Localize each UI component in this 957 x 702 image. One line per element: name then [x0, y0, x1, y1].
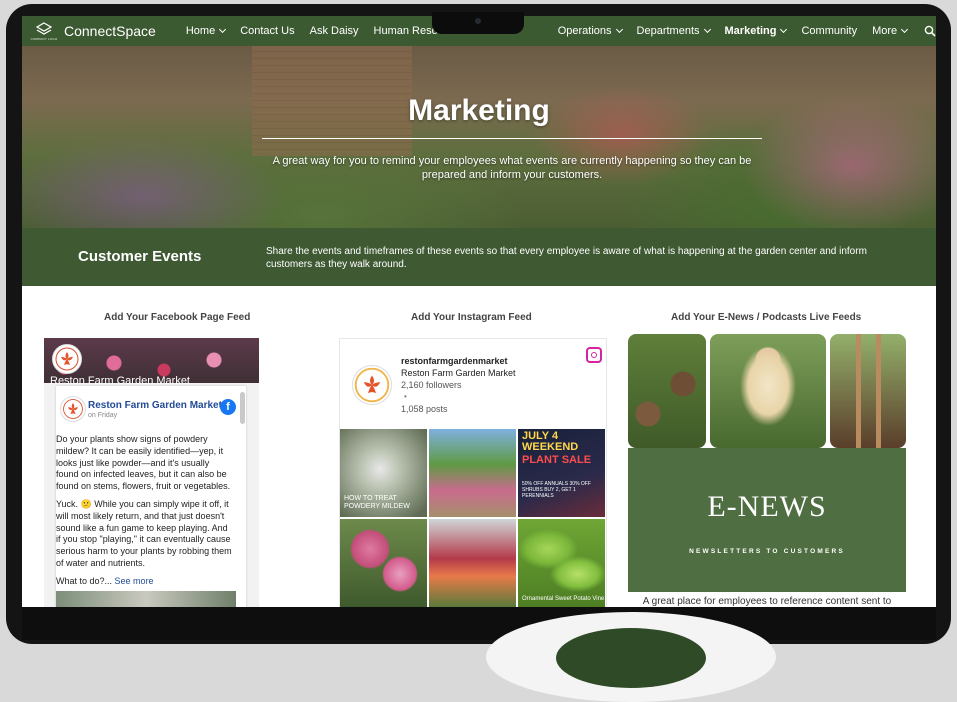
instagram-post-mildew[interactable]: How to treat powdery mildew [340, 429, 427, 517]
sale-details: 50% OFF ANNUALS 30% OFF SHRUBS BUY 2, GE… [522, 481, 591, 499]
enews-photo-gardener [710, 334, 826, 448]
page-title: Marketing [408, 94, 550, 127]
nav-item-community[interactable]: Community [801, 25, 857, 37]
instagram-followers: 2,160 followers [401, 380, 462, 390]
brand-name[interactable]: ConnectSpace [64, 23, 156, 39]
facebook-feed-heading: Add Your Facebook Page Feed [104, 312, 251, 323]
chevron-down-icon [219, 25, 227, 34]
enews-title: E-NEWS [707, 490, 827, 523]
facebook-feed-widget[interactable]: Reston Farm Garden Market Reston Farm Ga… [44, 338, 259, 607]
chevron-down-icon [780, 25, 788, 34]
instagram-posts-count: 1,058 posts [401, 404, 448, 414]
instagram-feed-heading: Add Your Instagram Feed [411, 312, 532, 323]
facebook-cover-photo: Reston Farm Garden Market [44, 338, 259, 387]
enews-banner: E-NEWS NEWSLETTERS TO CUSTOMERS [628, 448, 906, 592]
facebook-page-name[interactable]: Reston Farm Garden Market [88, 400, 222, 411]
camera-icon [475, 18, 481, 24]
facebook-post-avatar[interactable] [60, 396, 86, 422]
title-divider [262, 138, 762, 139]
nav-item-label: More [872, 25, 898, 37]
facebook-post-time: on Friday [88, 412, 118, 419]
nav-item-label: Home [185, 25, 216, 37]
enews-photo-tools [830, 334, 906, 448]
camera-notch [432, 12, 524, 34]
facebook-scrollbar[interactable] [240, 392, 245, 424]
enews-feed-heading: Add Your E-News / Podcasts Live Feeds [671, 312, 862, 323]
company-logo[interactable]: COMPANY LOGO [30, 18, 58, 44]
nav-item-label: Operations [557, 25, 612, 37]
facebook-teaser: What to do?... [56, 575, 113, 586]
hero-banner: Marketing A great way for you to remind … [22, 46, 936, 228]
hero-subtitle: A great way for you to remind your emplo… [272, 155, 752, 181]
nav-item-home[interactable]: Home [185, 25, 227, 37]
enews-photo-seedlings [628, 334, 706, 448]
nav-item-label: Contact Us [240, 25, 295, 37]
instagram-post-hanging-basket[interactable] [340, 519, 427, 607]
instagram-post-garden-path[interactable] [429, 429, 516, 517]
facebook-post-body: Do your plants show signs of powdery mil… [56, 434, 232, 594]
browser-screen: COMPANY LOGO ConnectSpace Home Contact Us… [22, 16, 936, 607]
instagram-separator: • [404, 392, 407, 401]
nav-item-label: Human Reso [373, 25, 438, 37]
nav-item-ask-daisy[interactable]: Ask Daisy [310, 25, 359, 37]
enews-feed-widget[interactable]: E-NEWS NEWSLETTERS TO CUSTOMERS A great … [628, 334, 906, 607]
facebook-cover-avatar [52, 344, 82, 374]
instagram-post-potato-vine[interactable]: Ornamental Sweet Potato Vine [518, 519, 605, 607]
nav-item-marketing[interactable]: Marketing [724, 25, 788, 37]
chevron-down-icon [703, 25, 711, 34]
nav-item-more[interactable]: More [872, 25, 909, 37]
nav-item-label: Ask Daisy [309, 25, 359, 37]
instagram-post-caption: How to treat powdery mildew [344, 495, 410, 510]
enews-description: A great place for employees to reference… [642, 596, 892, 607]
facebook-paragraph-1: Do your plants show signs of powdery mil… [56, 434, 231, 492]
nav-item-label: Departments [636, 25, 700, 37]
sale-headline: JULY 4 WEEKEND [522, 430, 579, 453]
facebook-icon[interactable]: f [220, 399, 236, 415]
instagram-icon[interactable] [586, 347, 602, 363]
nav-item-departments[interactable]: Departments [636, 25, 711, 37]
instagram-feed-widget[interactable]: restonfarmgardenmarket Reston Farm Garde… [339, 338, 607, 607]
facebook-post-image[interactable] [56, 591, 236, 607]
nav-item-contact-us[interactable]: Contact Us [240, 25, 294, 37]
logo-caption: COMPANY LOGO [30, 36, 58, 41]
instagram-post-grid: How to treat powdery mildew JULY 4 WEEKE… [340, 429, 606, 607]
search-icon[interactable] [924, 24, 936, 42]
instagram-avatar[interactable] [352, 365, 392, 405]
flower-logo-icon [354, 367, 390, 403]
instagram-post-greenhouse[interactable] [429, 519, 516, 607]
overlay-arc-inner [556, 628, 706, 688]
flower-logo-icon [55, 347, 79, 371]
events-title: Customer Events [78, 248, 202, 265]
nav-menu: Home Contact Us Ask Daisy Human Reso Operati… [186, 25, 922, 37]
logo-icon [36, 21, 52, 35]
facebook-post-card: Reston Farm Garden Market on Friday f Do… [56, 386, 246, 607]
see-more-link[interactable]: See more [115, 576, 154, 586]
instagram-name: Reston Farm Garden Market [401, 368, 516, 378]
sale-title: PLANT SALE [522, 454, 592, 466]
nav-item-human-reso[interactable]: Human Reso [374, 25, 438, 37]
flower-logo-icon [63, 399, 83, 419]
facebook-teaser-line: What to do?... See more [56, 576, 232, 588]
nav-item-label: Marketing [724, 25, 777, 37]
events-description: Share the events and timeframes of these… [266, 246, 867, 270]
laptop-bezel-bottom [22, 607, 936, 640]
nav-item-label: Community [801, 25, 858, 37]
enews-subtitle: NEWSLETTERS TO CUSTOMERS [689, 548, 845, 555]
customer-events-band: Customer Events Share the events and tim… [22, 228, 936, 286]
nav-item-operations[interactable]: Operations [557, 25, 623, 37]
instagram-post-caption: Ornamental Sweet Potato Vine [522, 596, 605, 602]
instagram-handle[interactable]: restonfarmgardenmarket [401, 356, 508, 366]
facebook-paragraph-2: Yuck. 😕 While you can simply wipe it off… [56, 498, 232, 568]
chevron-down-icon [901, 25, 909, 34]
instagram-post-plant-sale[interactable]: JULY 4 WEEKEND PLANT SALE 50% OFF ANNUAL… [518, 429, 605, 517]
enews-photo-strip [628, 334, 906, 448]
chevron-down-icon [615, 25, 623, 34]
